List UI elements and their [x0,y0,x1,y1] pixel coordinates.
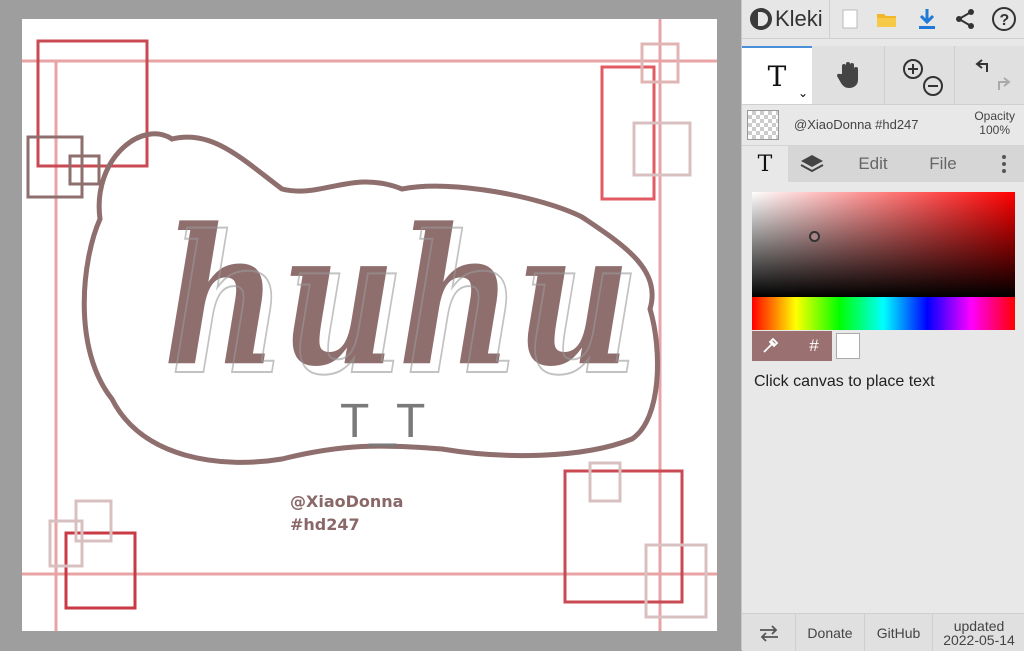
hex-input-button[interactable]: # [796,331,832,361]
share-button[interactable] [950,4,980,34]
text-tool-hint: Click canvas to place text [754,373,935,390]
credit-handle: @XiaoDonna [290,492,404,511]
hue-slider[interactable] [752,297,1015,330]
hand-icon [836,62,858,88]
eyedropper-button[interactable] [752,331,788,361]
hand-tool-button[interactable] [812,46,884,104]
chevron-down-icon: ⌄ [797,86,808,100]
updated-date: 2022-05-14 [943,631,1015,648]
opacity-label: Opacity [974,109,1015,123]
layer-name: @XiaoDonna #hd247 [794,117,919,132]
redo-icon [997,77,1011,90]
secondary-color-swatch[interactable] [836,333,860,359]
eyedropper-icon [763,337,779,353]
tool-row: T ⌄ [742,46,1024,105]
artwork: huhu huhu T_T [22,19,717,631]
new-file-icon [842,9,858,29]
layer-opacity[interactable]: Opacity 100% [974,109,1015,137]
zoom-in-icon [903,59,923,79]
zoom-buttons [884,46,955,104]
drawing-canvas[interactable]: huhu huhu T_T @XiaoDonna #hd247 [22,19,717,631]
logo-text: Kleki [775,6,823,31]
tab-layers[interactable] [788,146,836,182]
kleki-logo[interactable]: Kleki [750,6,823,32]
picker-cursor[interactable] [809,231,820,242]
github-link[interactable]: GitHub [865,614,933,651]
more-menu-icon[interactable] [992,146,1016,182]
text-tool-glyph: T [767,59,787,93]
zoom-out-icon [923,76,943,96]
undo-redo-buttons[interactable] [954,46,1024,104]
open-folder-icon [877,14,896,27]
download-button[interactable] [912,4,942,34]
kleki-logo-icon [750,8,772,30]
canvas-workspace[interactable]: huhu huhu T_T @XiaoDonna #hd247 [0,0,741,650]
swap-icon [759,624,778,642]
saturation-value-picker[interactable] [752,192,1015,297]
open-button[interactable] [872,4,902,34]
svg-text:?: ? [1000,12,1010,29]
layer-row[interactable]: @XiaoDonna #hd247 Opacity 100% [742,105,1024,146]
undo-redo-icons [974,59,1011,90]
new-file-button[interactable] [835,4,865,34]
side-panel: Kleki ? T ⌄ @XiaoDonna #hd247 Opacity 10… [741,0,1024,651]
updated-label: updated [953,617,1005,634]
zoom-icons [903,59,943,96]
opacity-value: 100% [979,123,1010,137]
tab-text-settings[interactable]: T [742,146,788,182]
artwork-title-shadow: huhu [170,194,640,417]
undo-icon [974,59,988,72]
help-icon: ? [992,7,1016,31]
artwork-emoticon: T_T [340,395,425,448]
layer-thumbnail[interactable] [747,110,779,140]
tab-edit[interactable]: Edit [836,146,910,182]
tab-file[interactable]: File [910,146,976,182]
share-icon [956,9,974,29]
swap-sides-button[interactable] [742,614,796,651]
layers-icon [800,155,824,173]
footer-bar: Donate GitHub updated 2022-05-14 [742,613,1024,651]
top-bar: Kleki ? [742,0,1024,39]
help-button[interactable]: ? [989,4,1019,34]
text-tool-button[interactable]: T ⌄ [742,46,812,104]
panel-tabs: T Edit File [742,146,1024,182]
download-icon [919,9,935,29]
updated-info[interactable]: updated 2022-05-14 [933,614,1024,651]
donate-link[interactable]: Donate [796,614,865,651]
current-color-swatch: # [752,331,832,361]
credit-hashtag: #hd247 [290,515,360,534]
tab-text-label: T [757,151,773,177]
